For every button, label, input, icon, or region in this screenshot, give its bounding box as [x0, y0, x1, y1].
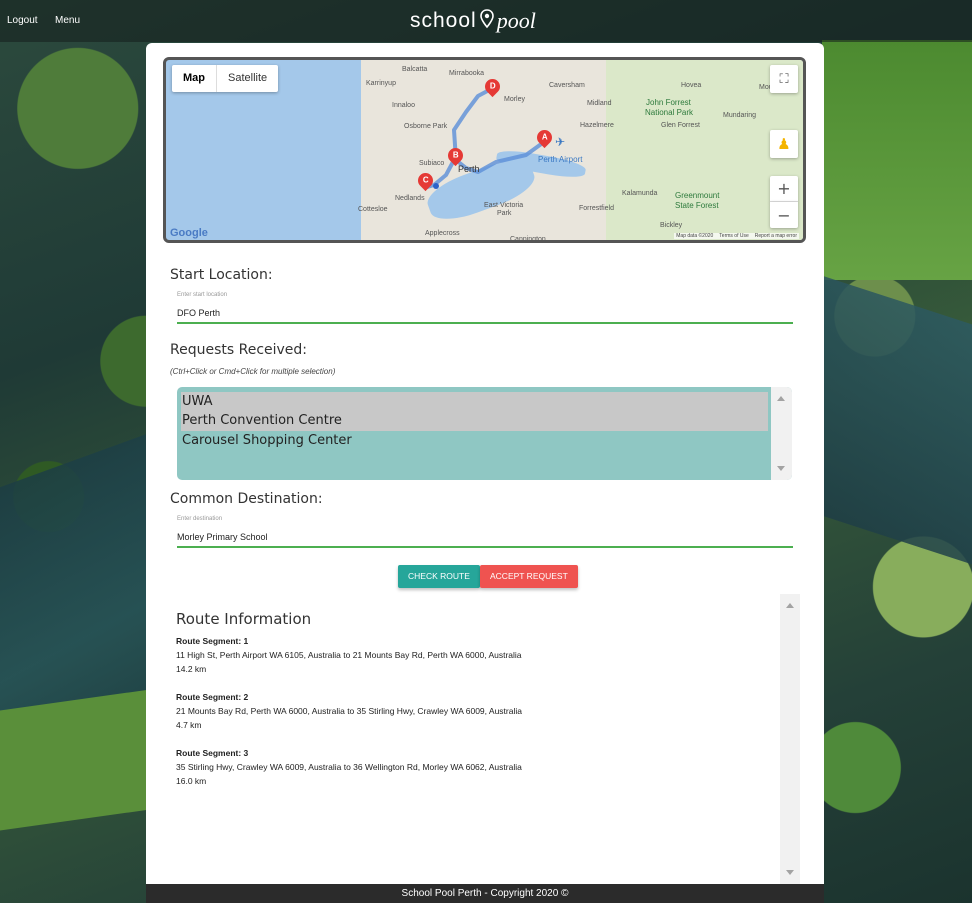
- map-place-kalamunda: Kalamunda: [622, 190, 658, 197]
- top-navbar: Logout Menu school pool: [0, 0, 972, 42]
- map-place-osborne-park: Osborne Park: [404, 123, 448, 130]
- scroll-up-arrow-icon[interactable]: [777, 396, 785, 401]
- scroll-down-arrow-icon[interactable]: [777, 466, 785, 471]
- start-location-input[interactable]: [177, 304, 793, 324]
- map-place-state-forest: State Forest: [675, 201, 719, 210]
- map-place-morley: Morley: [504, 96, 526, 103]
- map-place-national-park: National Park: [645, 108, 694, 117]
- map-place-innaloo: Innaloo: [392, 102, 415, 109]
- map-place-cottesloe: Cottesloe: [358, 206, 388, 213]
- logo-pin-icon: [479, 9, 494, 29]
- request-option-uwa[interactable]: UWA: [181, 392, 768, 412]
- zoom-out-button[interactable]: −: [770, 202, 798, 228]
- page-footer: School Pool Perth - Copyright 2020 ©: [146, 884, 824, 903]
- request-option-carousel-shopping-center[interactable]: Carousel Shopping Center: [181, 431, 768, 451]
- requests-select-list[interactable]: UWA Perth Convention Centre Carousel Sho…: [177, 387, 792, 480]
- map-place-hazelmere: Hazelmere: [580, 122, 614, 129]
- route-segment-distance: 14.2 km: [176, 664, 207, 674]
- map-place-cannington: Cannington: [510, 236, 546, 243]
- report-map-error-link[interactable]: Report a map error: [755, 233, 797, 239]
- route-segment-heading: Route Segment: 1: [176, 636, 249, 646]
- fullscreen-icon[interactable]: ⛶: [770, 65, 798, 93]
- map-place-john-forrest: John Forrest: [646, 98, 691, 107]
- map-attribution: Map data ©2020 Terms of Use Report a map…: [674, 233, 799, 239]
- route-information-panel: Route Information Route Segment: 1 11 Hi…: [163, 594, 800, 884]
- map-place-subiaco: Subiaco: [419, 160, 445, 167]
- background-road-right: [822, 275, 972, 565]
- map-type-map-button[interactable]: Map: [172, 65, 217, 92]
- route-segment-2: Route Segment: 2 21 Mounts Bay Rd, Perth…: [176, 690, 736, 732]
- menu-link[interactable]: Menu: [55, 15, 80, 26]
- map-place-east-victoria-park: East Victoria: [484, 202, 524, 209]
- terms-of-use-link[interactable]: Terms of Use: [719, 233, 748, 239]
- route-segment-heading: Route Segment: 3: [176, 748, 249, 758]
- map-place-perth: Perth: [458, 164, 480, 174]
- route-segment-heading: Route Segment: 2: [176, 692, 249, 702]
- airport-icon: ✈: [555, 135, 566, 149]
- map-place-forrestfield: Forrestfield: [579, 205, 615, 212]
- map-place-bickley: Bickley: [660, 222, 683, 229]
- accept-request-button[interactable]: Accept Request: [480, 565, 578, 588]
- map-place-applecross: Applecross: [425, 230, 460, 237]
- check-route-button[interactable]: Check Route: [398, 565, 480, 588]
- route-segment-path: 21 Mounts Bay Rd, Perth WA 6000, Austral…: [176, 706, 522, 716]
- route-info-scrollbar[interactable]: [780, 594, 800, 884]
- scroll-up-arrow-icon[interactable]: [786, 603, 794, 608]
- map-place-mundaring: Mundaring: [723, 112, 757, 119]
- map-place-nedlands: Nedlands: [395, 195, 425, 202]
- map-place-hovea: Hovea: [681, 82, 702, 89]
- route-map[interactable]: Balcatta Mirrabooka Karrinyup Caversham …: [163, 57, 806, 243]
- street-view-pegman-icon[interactable]: ♟: [770, 130, 798, 158]
- map-type-satellite-button[interactable]: Satellite: [217, 65, 278, 92]
- requests-received-heading: Requests Received:: [170, 342, 308, 358]
- requests-scrollbar[interactable]: [771, 387, 792, 480]
- map-place-balcatta: Balcatta: [402, 66, 428, 73]
- route-segment-distance: 4.7 km: [176, 720, 202, 730]
- map-place-caversham: Caversham: [549, 82, 585, 89]
- map-data-text: Map data ©2020: [676, 233, 714, 239]
- map-type-control: Map Satellite: [172, 65, 279, 92]
- map-place-greenmount: Greenmount: [675, 191, 720, 200]
- route-segment-3: Route Segment: 3 35 Stirling Hwy, Crawle…: [176, 746, 736, 788]
- logout-link[interactable]: Logout: [7, 15, 38, 26]
- request-option-perth-convention-centre[interactable]: Perth Convention Centre: [181, 411, 768, 431]
- background-lawn-right: [822, 40, 972, 280]
- route-segment-path: 35 Stirling Hwy, Crawley WA 6009, Austra…: [176, 762, 522, 772]
- main-panel: Balcatta Mirrabooka Karrinyup Caversham …: [146, 43, 824, 888]
- route-information-title: Route Information: [176, 610, 312, 628]
- multi-selection-hint: (Ctrl+Click or Cmd+Click for multiple se…: [170, 367, 336, 376]
- map-place-perth-airport: Perth Airport: [538, 155, 583, 164]
- map-place-midland: Midland: [587, 100, 612, 107]
- logo-school-text: school: [410, 9, 477, 32]
- route-segment-path: 11 High St, Perth Airport WA 6105, Austr…: [176, 650, 522, 660]
- logo-pool-text: pool: [496, 8, 536, 33]
- route-segment-1: Route Segment: 1 11 High St, Perth Airpo…: [176, 634, 736, 676]
- map-place-park: Park: [497, 210, 512, 217]
- google-logo[interactable]: Google: [170, 227, 208, 239]
- background-lawn-left: [0, 689, 150, 831]
- route-segment-distance: 16.0 km: [176, 776, 207, 786]
- map-place-glen-forrest: Glen Forrest: [661, 122, 700, 129]
- start-location-heading: Start Location:: [170, 267, 273, 283]
- map-place-mirrabooka: Mirrabooka: [449, 70, 485, 77]
- destination-hint: Enter destination: [177, 516, 223, 522]
- start-location-hint: Enter start location: [177, 292, 228, 298]
- app-logo[interactable]: school pool: [410, 6, 565, 36]
- destination-input[interactable]: [177, 528, 793, 548]
- zoom-in-button[interactable]: +: [770, 176, 798, 202]
- common-destination-heading: Common Destination:: [170, 491, 323, 507]
- map-place-karrinyup: Karrinyup: [366, 80, 396, 87]
- scroll-down-arrow-icon[interactable]: [786, 870, 794, 875]
